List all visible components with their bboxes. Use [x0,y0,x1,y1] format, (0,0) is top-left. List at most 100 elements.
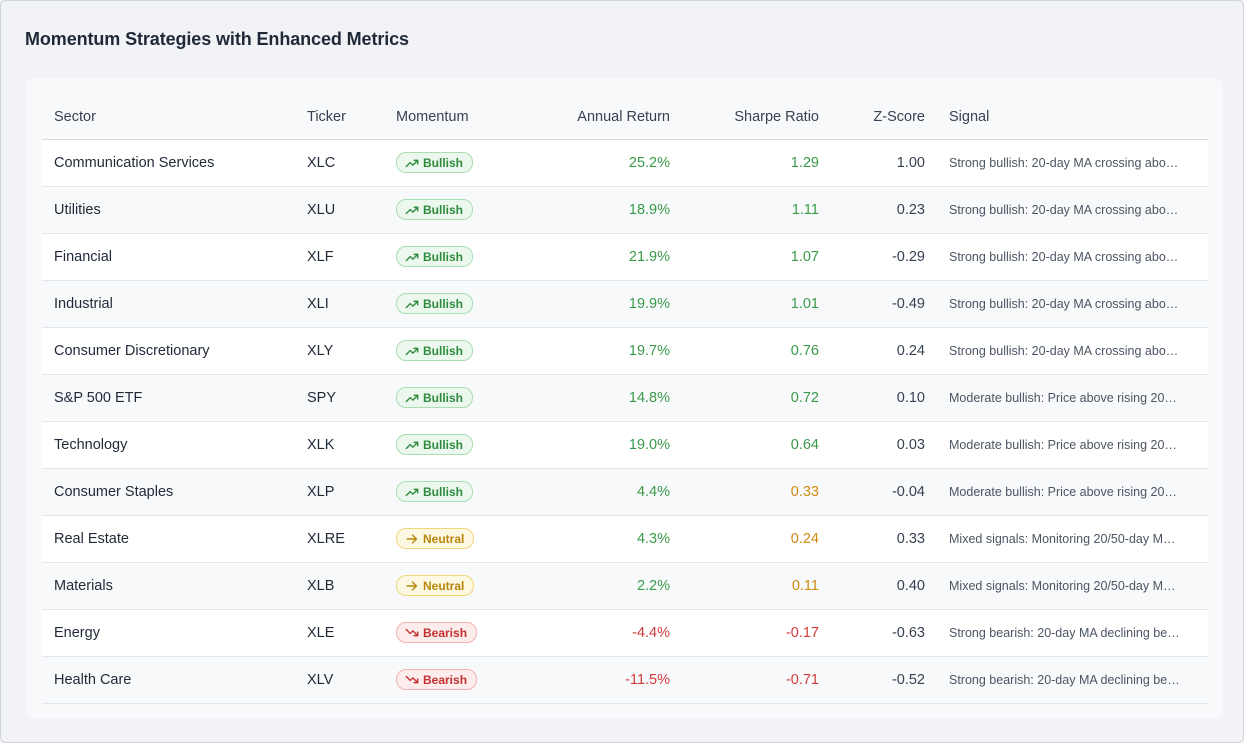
column-header-signal[interactable]: Signal [937,94,1208,140]
sector-cell: Energy [42,609,295,657]
sector-cell: S&P 500 ETF [42,374,295,422]
sector-cell: Financial [42,233,295,281]
annual-return-cell: 25.2% [500,139,682,187]
momentum-badge: Bullish [396,434,474,456]
column-header-sector[interactable]: Sector [42,94,295,140]
trending-up-icon [405,203,419,217]
z-score-cell: -0.63 [831,609,937,657]
momentum-badge: Bullish [396,246,474,268]
annual-return-cell: -11.5% [500,656,682,704]
signal-cell: Strong bullish: 20-day MA crossing abo… [937,327,1208,375]
momentum-label: Bullish [423,202,464,217]
momentum-cell: Bullish [384,421,500,469]
momentum-label: Bearish [423,672,468,687]
signal-cell: Strong bullish: 20-day MA crossing abo… [937,139,1208,187]
z-score-cell: 0.03 [831,421,937,469]
momentum-badge: Bullish [396,481,474,503]
ticker-cell: SPY [295,374,384,422]
momentum-cell: Bearish [384,609,500,657]
momentum-label: Bullish [423,484,464,499]
table-body: Communication Services XLC Bullish 25.2%… [42,139,1208,704]
sharpe-ratio-cell: 0.24 [682,515,831,563]
trending-down-icon [405,673,419,687]
z-score-cell: -0.04 [831,468,937,516]
sector-cell: Communication Services [42,139,295,187]
arrow-right-icon [405,579,419,593]
table-row[interactable]: Health Care XLV Bearish -11.5% -0.71 -0.… [42,656,1208,704]
ticker-cell: XLE [295,609,384,657]
table-row[interactable]: Energy XLE Bearish -4.4% -0.17 -0.63 Str… [42,609,1208,657]
momentum-badge: Bullish [396,293,474,315]
column-header-ticker[interactable]: Ticker [295,94,384,140]
ticker-cell: XLB [295,562,384,610]
sharpe-ratio-cell: 1.11 [682,186,831,234]
momentum-cell: Bullish [384,468,500,516]
momentum-badge: Bullish [396,340,474,362]
table-row[interactable]: Technology XLK Bullish 19.0% 0.64 0.03 M… [42,421,1208,469]
column-header-annual-return[interactable]: Annual Return [500,94,682,140]
trending-up-icon [405,344,419,358]
signal-cell: Mixed signals: Monitoring 20/50-day M… [937,562,1208,610]
signal-cell: Strong bearish: 20-day MA declining be… [937,609,1208,657]
annual-return-cell: 19.7% [500,327,682,375]
sector-cell: Consumer Staples [42,468,295,516]
z-score-cell: 1.00 [831,139,937,187]
sharpe-ratio-cell: 0.76 [682,327,831,375]
annual-return-cell: 4.3% [500,515,682,563]
sharpe-ratio-cell: 0.64 [682,421,831,469]
annual-return-cell: 14.8% [500,374,682,422]
sharpe-ratio-cell: 0.33 [682,468,831,516]
table-row[interactable]: Materials XLB Neutral 2.2% 0.11 0.40 Mix… [42,562,1208,610]
z-score-cell: -0.29 [831,233,937,281]
sharpe-ratio-cell: 1.07 [682,233,831,281]
momentum-label: Bullish [423,390,464,405]
trending-up-icon [405,485,419,499]
trending-up-icon [405,297,419,311]
momentum-label: Bullish [423,249,464,264]
annual-return-cell: 18.9% [500,186,682,234]
table-row[interactable]: Financial XLF Bullish 21.9% 1.07 -0.29 S… [42,233,1208,281]
ticker-cell: XLU [295,186,384,234]
ticker-cell: XLP [295,468,384,516]
annual-return-cell: -4.4% [500,609,682,657]
table-row[interactable]: Consumer Discretionary XLY Bullish 19.7%… [42,327,1208,375]
momentum-badge: Neutral [396,528,475,550]
table-row[interactable]: Communication Services XLC Bullish 25.2%… [42,139,1208,187]
ticker-cell: XLF [295,233,384,281]
trending-down-icon [405,626,419,640]
momentum-badge: Bullish [396,387,474,409]
momentum-cell: Bullish [384,139,500,187]
column-header-z-score[interactable]: Z-Score [831,94,937,140]
signal-cell: Moderate bullish: Price above rising 20… [937,468,1208,516]
trending-up-icon [405,156,419,170]
annual-return-cell: 19.0% [500,421,682,469]
momentum-cell: Bullish [384,233,500,281]
momentum-cell: Neutral [384,515,500,563]
z-score-cell: 0.23 [831,186,937,234]
column-header-momentum[interactable]: Momentum [384,94,500,140]
page-title: Momentum Strategies with Enhanced Metric… [25,29,409,49]
signal-cell: Strong bullish: 20-day MA crossing abo… [937,280,1208,328]
column-header-sharpe-ratio[interactable]: Sharpe Ratio [682,94,831,140]
table-row[interactable]: Consumer Staples XLP Bullish 4.4% 0.33 -… [42,468,1208,516]
table-row[interactable]: S&P 500 ETF SPY Bullish 14.8% 0.72 0.10 … [42,374,1208,422]
table-row[interactable]: Real Estate XLRE Neutral 4.3% 0.24 0.33 … [42,515,1208,563]
momentum-cell: Bullish [384,280,500,328]
table-row[interactable]: Utilities XLU Bullish 18.9% 1.11 0.23 St… [42,186,1208,234]
z-score-cell: -0.52 [831,656,937,704]
momentum-cell: Bullish [384,327,500,375]
ticker-cell: XLC [295,139,384,187]
trending-up-icon [405,438,419,452]
trending-up-icon [405,250,419,264]
table-header-row: Sector Ticker Momentum Annual Return Sha… [42,94,1208,140]
momentum-badge: Bearish [396,669,478,691]
ticker-cell: XLK [295,421,384,469]
momentum-badge: Bullish [396,152,474,174]
sharpe-ratio-cell: 0.11 [682,562,831,610]
table-row[interactable]: Industrial XLI Bullish 19.9% 1.01 -0.49 … [42,280,1208,328]
arrow-right-icon [405,532,419,546]
annual-return-cell: 19.9% [500,280,682,328]
momentum-label: Bullish [423,296,464,311]
annual-return-cell: 4.4% [500,468,682,516]
signal-cell: Strong bullish: 20-day MA crossing abo… [937,186,1208,234]
